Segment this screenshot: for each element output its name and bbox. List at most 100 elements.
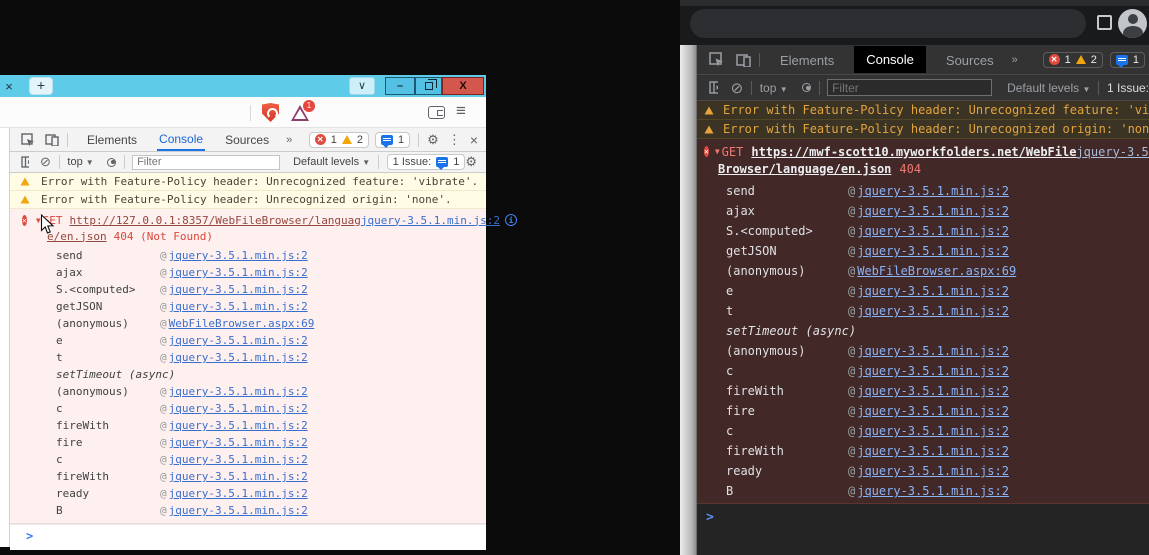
tab-close-icon[interactable]: ×	[3, 79, 15, 94]
frame-location-link[interactable]: jquery-3.5.1.min.js:2	[857, 184, 1009, 198]
device-toolbar-icon[interactable]	[736, 53, 751, 67]
message-count: 1	[1133, 54, 1139, 66]
error-source-link[interactable]: jquery-3.5.1.min.js:2	[1076, 145, 1149, 159]
frame-at-symbol: @	[848, 344, 855, 358]
clear-console-icon[interactable]: ⊘	[40, 154, 51, 170]
frame-location-link[interactable]: jquery-3.5.1.min.js:2	[169, 436, 308, 449]
profile-avatar[interactable]	[1118, 9, 1147, 38]
console-sidebar-icon[interactable]	[21, 156, 29, 168]
frame-location-link[interactable]: jquery-3.5.1.min.js:2	[857, 284, 1009, 298]
frame-location-link[interactable]: jquery-3.5.1.min.js:2	[169, 402, 308, 415]
frame-location-link[interactable]: jquery-3.5.1.min.js:2	[857, 244, 1009, 258]
frame-location-link[interactable]: jquery-3.5.1.min.js:2	[857, 304, 1009, 318]
frame-function-label: ready	[56, 487, 160, 500]
frame-location-link[interactable]: jquery-3.5.1.min.js:2	[169, 470, 308, 483]
frame-location-link[interactable]: jquery-3.5.1.min.js:2	[169, 487, 308, 500]
error-warning-counter[interactable]: ✕ 1 2	[309, 132, 369, 148]
console-sidebar-icon[interactable]	[709, 81, 718, 94]
frame-location-link[interactable]: jquery-3.5.1.min.js:2	[169, 249, 308, 262]
live-expression-eye-icon[interactable]	[802, 83, 811, 92]
issue-info-icon[interactable]: i	[505, 214, 517, 226]
tab-console[interactable]: Console	[854, 46, 926, 73]
frame-at-symbol: @	[160, 266, 167, 279]
minimize-button[interactable]: –	[385, 77, 415, 95]
more-tabs-icon[interactable]: »	[286, 134, 292, 146]
devtools-close-icon[interactable]: ×	[470, 132, 478, 148]
caret-icon: ▼	[1082, 85, 1090, 94]
frame-location-link[interactable]: jquery-3.5.1.min.js:2	[857, 364, 1009, 378]
error-url-link-wrap[interactable]: e/en.json	[47, 230, 107, 243]
right-window-body: Elements Console Sources » ✕ 1 2 1	[680, 45, 1149, 555]
frame-location-link[interactable]: jquery-3.5.1.min.js:2	[169, 283, 308, 296]
frame-location-link[interactable]: jquery-3.5.1.min.js:2	[169, 334, 308, 347]
inspect-element-icon[interactable]	[21, 133, 35, 147]
new-tab-button[interactable]: +	[29, 77, 53, 95]
left-browser-window: × + ∨ – X 1 ≡ Elements Console Sour	[0, 75, 486, 547]
frame-location-link[interactable]: jquery-3.5.1.min.js:2	[857, 484, 1009, 498]
menu-icon[interactable]: ≡	[456, 101, 466, 121]
warning-icon	[21, 177, 30, 185]
live-expression-eye-icon[interactable]	[107, 158, 116, 167]
frame-location-link[interactable]: jquery-3.5.1.min.js:2	[857, 344, 1009, 358]
frame-location-link[interactable]: WebFileBrowser.aspx:69	[169, 317, 315, 330]
vertical-scrollbar[interactable]	[680, 45, 697, 555]
inspect-element-icon[interactable]	[709, 52, 724, 67]
error-warning-counter[interactable]: ✕ 1 2	[1043, 52, 1103, 68]
frame-location-link[interactable]: jquery-3.5.1.min.js:2	[857, 404, 1009, 418]
error-status: 404	[899, 162, 921, 176]
expander-icon[interactable]: ▼	[715, 147, 720, 156]
frame-location-link[interactable]: jquery-3.5.1.min.js:2	[169, 351, 308, 364]
frame-location-link[interactable]: jquery-3.5.1.min.js:2	[169, 453, 308, 466]
context-selector[interactable]: top ▼	[67, 156, 93, 168]
console-prompt-row[interactable]: >	[10, 524, 486, 550]
stack-frame-row: fireWith@ jquery-3.5.1.min.js:2	[697, 381, 1149, 401]
window-close-button[interactable]: X	[442, 77, 484, 95]
stack-trace: send@ jquery-3.5.1.min.js:2ajax@ jquery-…	[697, 181, 1149, 501]
frame-location-link[interactable]: jquery-3.5.1.min.js:2	[169, 419, 308, 432]
frame-location-link[interactable]: jquery-3.5.1.min.js:2	[169, 504, 308, 517]
frame-location-link[interactable]: WebFileBrowser.aspx:69	[857, 264, 1016, 278]
message-counter[interactable]: 1	[1110, 52, 1145, 68]
issues-counter[interactable]: 1 Issue:	[1107, 81, 1149, 95]
tab-sources[interactable]: Sources	[223, 129, 271, 150]
error-url-link-wrap[interactable]: Browser/language/en.json	[718, 162, 891, 176]
issues-counter[interactable]: 1 Issue: 1	[387, 154, 466, 170]
log-level-selector[interactable]: Default levels ▼	[293, 156, 370, 168]
brave-shield-icon[interactable]	[262, 103, 279, 122]
message-counter[interactable]: 1	[375, 132, 410, 148]
address-bar[interactable]	[690, 9, 1086, 38]
frame-location-link[interactable]: jquery-3.5.1.min.js:2	[857, 464, 1009, 478]
device-toolbar-icon[interactable]	[45, 133, 59, 146]
tab-elements[interactable]: Elements	[778, 49, 836, 71]
tab-console[interactable]: Console	[157, 128, 205, 151]
error-url-link[interactable]: http://127.0.0.1:8357/WebFileBrowser/lan…	[70, 214, 361, 227]
frame-location-link[interactable]: jquery-3.5.1.min.js:2	[169, 266, 308, 279]
wallet-icon[interactable]	[428, 106, 445, 119]
frame-location-link[interactable]: jquery-3.5.1.min.js:2	[857, 384, 1009, 398]
error-url-link[interactable]: https://mwf-scott10.myworkfolders.net/We…	[751, 145, 1076, 159]
frame-at-symbol: @	[848, 404, 855, 418]
side-panel-icon[interactable]	[1097, 15, 1112, 30]
console-prompt-row[interactable]: >	[697, 504, 1149, 530]
frame-location-link[interactable]: jquery-3.5.1.min.js:2	[169, 385, 308, 398]
context-selector[interactable]: top ▼	[760, 81, 788, 95]
console-settings-gear-icon[interactable]: ⚙	[465, 154, 477, 170]
settings-gear-icon[interactable]: ⚙	[427, 132, 439, 148]
tab-search-dropdown-button[interactable]: ∨	[349, 77, 375, 95]
frame-location-link[interactable]: jquery-3.5.1.min.js:2	[169, 300, 308, 313]
clear-console-icon[interactable]: ⊘	[731, 79, 744, 97]
console-messages: Error with Feature-Policy header: Unreco…	[10, 173, 486, 550]
console-filter-input[interactable]	[827, 79, 992, 96]
tab-sources[interactable]: Sources	[944, 49, 996, 71]
frame-location-link[interactable]: jquery-3.5.1.min.js:2	[857, 204, 1009, 218]
more-tabs-icon[interactable]: »	[1012, 54, 1018, 66]
tab-elements[interactable]: Elements	[85, 129, 139, 150]
log-level-selector[interactable]: Default levels ▼	[1007, 81, 1090, 95]
maximize-button[interactable]	[415, 77, 442, 95]
frame-location-link[interactable]: jquery-3.5.1.min.js:2	[857, 424, 1009, 438]
error-source-link[interactable]: jquery-3.5.1.min.js:2	[361, 214, 500, 227]
frame-location-link[interactable]: jquery-3.5.1.min.js:2	[857, 224, 1009, 238]
frame-location-link[interactable]: jquery-3.5.1.min.js:2	[857, 444, 1009, 458]
kebab-menu-icon[interactable]: ⋮	[448, 132, 461, 148]
console-filter-input[interactable]	[132, 155, 280, 170]
